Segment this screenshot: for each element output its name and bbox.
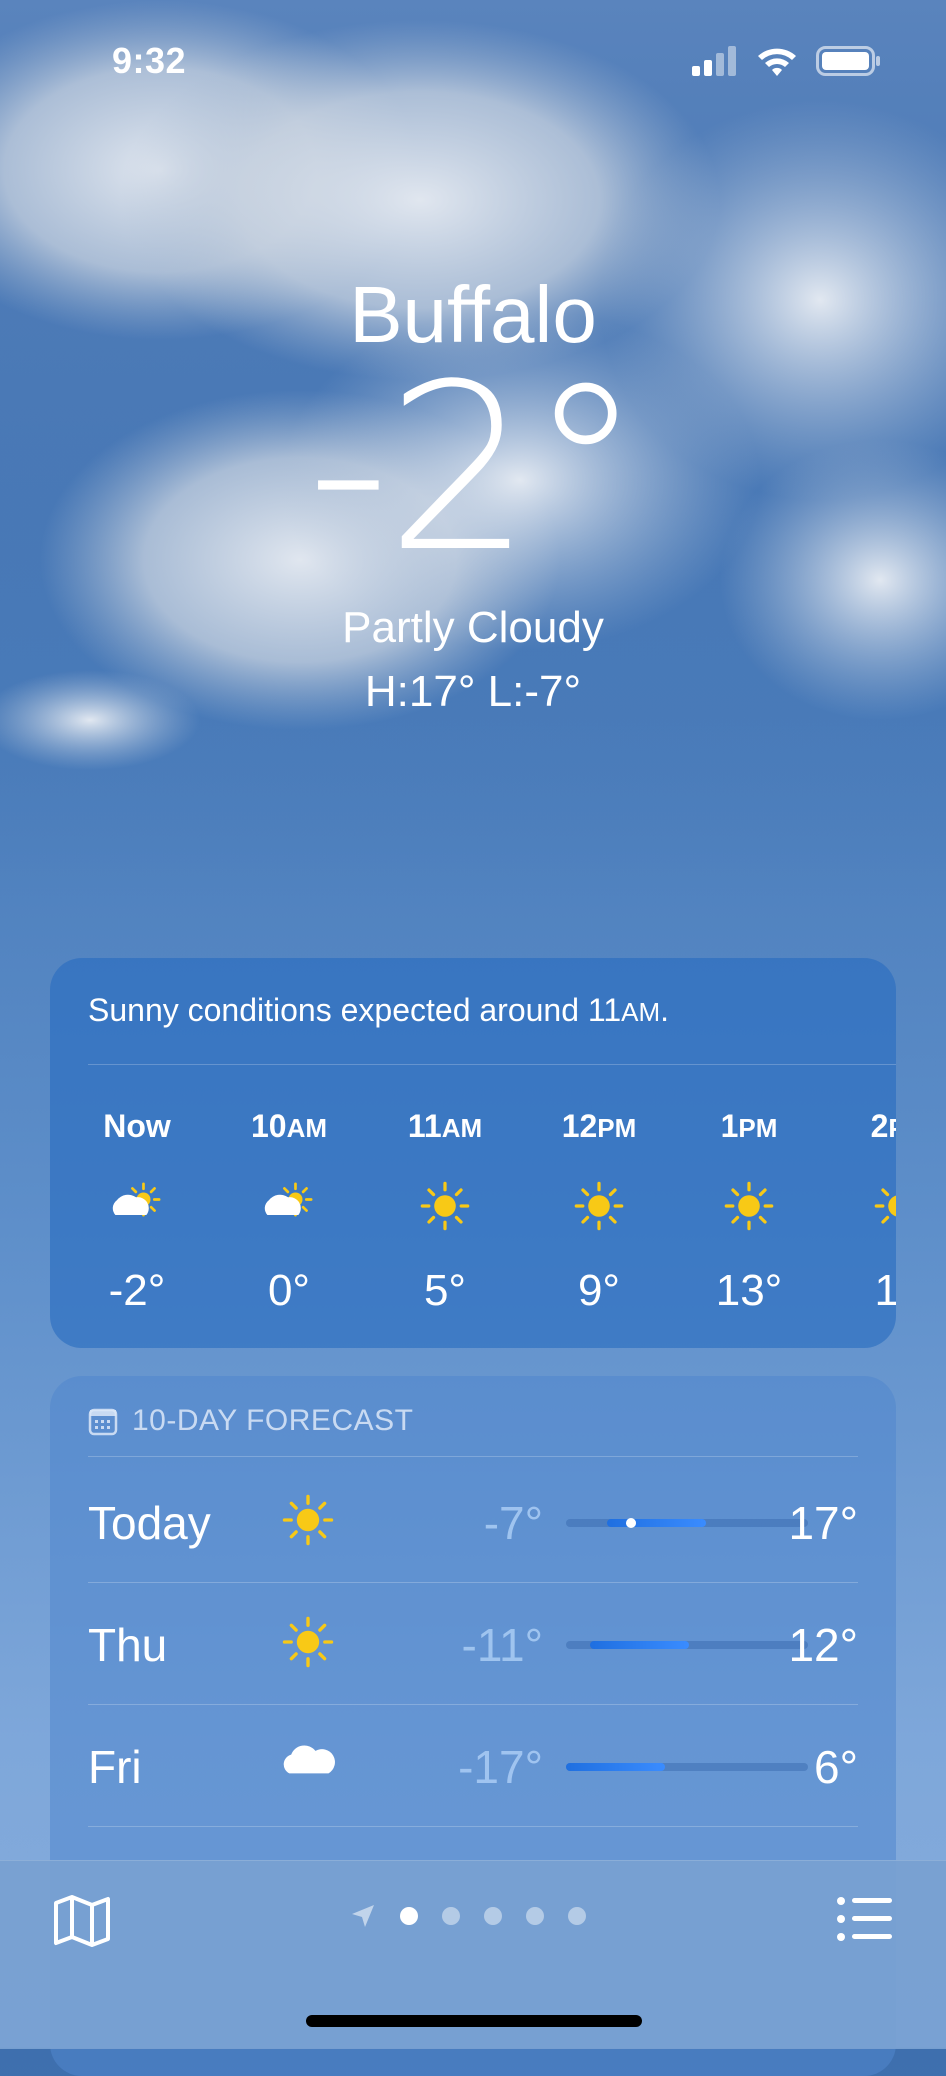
sun-icon (278, 1490, 338, 1550)
hour-label: 12PM (524, 1108, 674, 1148)
hour-item: 1PM 13° (674, 1108, 824, 1316)
temperature-range-bar (566, 1518, 808, 1528)
hour-item: 2PM 15 (824, 1108, 896, 1316)
hourly-list[interactable]: Now -2° 10AM 0° 11AM 5° 12PM 9° 1PM 13° … (50, 958, 896, 1348)
day-low: -17° (458, 1741, 543, 1793)
hour-temperature: 0° (267, 1266, 311, 1315)
day-row[interactable]: Fri -17° 6° (88, 1704, 858, 1824)
partly-cloudy-icon (214, 1176, 364, 1236)
hour-ampm: PM (738, 1113, 778, 1143)
day-name: Thu (88, 1619, 168, 1671)
wifi-icon (758, 48, 796, 76)
hour-time: 1 (720, 1108, 739, 1144)
hour-item: 12PM 9° (524, 1108, 674, 1316)
location-arrow-icon[interactable] (350, 1903, 376, 1929)
map-icon[interactable] (52, 1893, 112, 1949)
hour-temperature: 9° (577, 1266, 621, 1315)
partly-cloudy-icon (62, 1176, 212, 1236)
hour-time: 10 (250, 1108, 287, 1144)
hour-label: 1PM (674, 1108, 824, 1148)
temperature-range-bar (566, 1641, 808, 1649)
sun-icon (524, 1176, 674, 1236)
hourly-forecast-card[interactable]: Sunny conditions expected around 11AM. N… (50, 958, 896, 1348)
temperature-range-fill (607, 1519, 707, 1527)
hour-label: 10AM (214, 1108, 364, 1148)
hour-temperature: 15 (874, 1266, 896, 1315)
day-name: Today (88, 1497, 211, 1549)
day-high: 6° (814, 1741, 858, 1793)
temperature-range-fill (566, 1763, 666, 1771)
temperature-range-bar (566, 1763, 808, 1771)
home-indicator (306, 2015, 642, 2027)
day-name: Fri (88, 1741, 142, 1793)
hour-time: 11 (407, 1108, 442, 1144)
day-high: 12° (788, 1619, 858, 1671)
page-dot[interactable] (526, 1907, 544, 1925)
hour-ampm: AM (441, 1113, 483, 1143)
cloud-icon (278, 1734, 338, 1794)
current-temperature: -2° (306, 336, 643, 603)
forecast-header-label: 10-DAY FORECAST (132, 1404, 414, 1437)
hour-item: 10AM 0° (214, 1108, 364, 1316)
hour-label: Now (62, 1108, 212, 1148)
hour-time: 2 (870, 1108, 889, 1144)
page-dot[interactable] (442, 1907, 460, 1925)
day-row[interactable]: Thu -11° 12° (88, 1582, 858, 1702)
divider (88, 1456, 858, 1457)
high-low-text: H:17° L:-7° (364, 667, 582, 716)
list-icon[interactable] (836, 1895, 892, 1943)
sun-icon (370, 1176, 520, 1236)
page-dot[interactable] (568, 1907, 586, 1925)
hour-ampm: PM (888, 1113, 896, 1143)
hour-time: Now (103, 1108, 171, 1144)
sun-icon (278, 1612, 338, 1672)
day-low: -11° (461, 1619, 543, 1671)
status-bar: 9:32 (0, 0, 946, 120)
bottom-toolbar (0, 1860, 946, 2049)
hour-ampm: PM (597, 1113, 637, 1143)
current-weather: Buffalo -2° Partly Cloudy H:17° L:-7° (0, 270, 946, 720)
page-dot[interactable] (400, 1907, 418, 1925)
hour-label: 2PM (824, 1108, 896, 1148)
sun-icon (674, 1176, 824, 1236)
sun-icon (824, 1176, 896, 1236)
day-row[interactable]: Today -7° 17° (88, 1460, 858, 1580)
hour-item: Now -2° (62, 1108, 212, 1316)
hour-ampm: AM (286, 1113, 328, 1143)
hour-time: 12 (561, 1108, 598, 1144)
forecast-header: 10-DAY FORECAST (88, 1404, 413, 1438)
calendar-icon (88, 1408, 118, 1436)
hour-temperature: 13° (715, 1266, 783, 1315)
page-indicator[interactable] (350, 1903, 586, 1929)
day-low: -7° (483, 1497, 543, 1549)
status-icons (692, 46, 882, 76)
hour-temperature: -2° (108, 1266, 166, 1315)
temperature-range-fill (590, 1641, 690, 1649)
hour-label: 11AM (370, 1108, 520, 1148)
hour-temperature: 5° (423, 1266, 467, 1315)
page-dot[interactable] (484, 1907, 502, 1925)
cellular-signal-icon (692, 46, 736, 76)
hour-item: 11AM 5° (370, 1108, 520, 1316)
battery-icon (816, 46, 880, 76)
day-high: 17° (788, 1497, 858, 1549)
divider (88, 1826, 858, 1827)
condition-text: Partly Cloudy (342, 603, 604, 652)
status-time: 9:32 (112, 40, 187, 81)
